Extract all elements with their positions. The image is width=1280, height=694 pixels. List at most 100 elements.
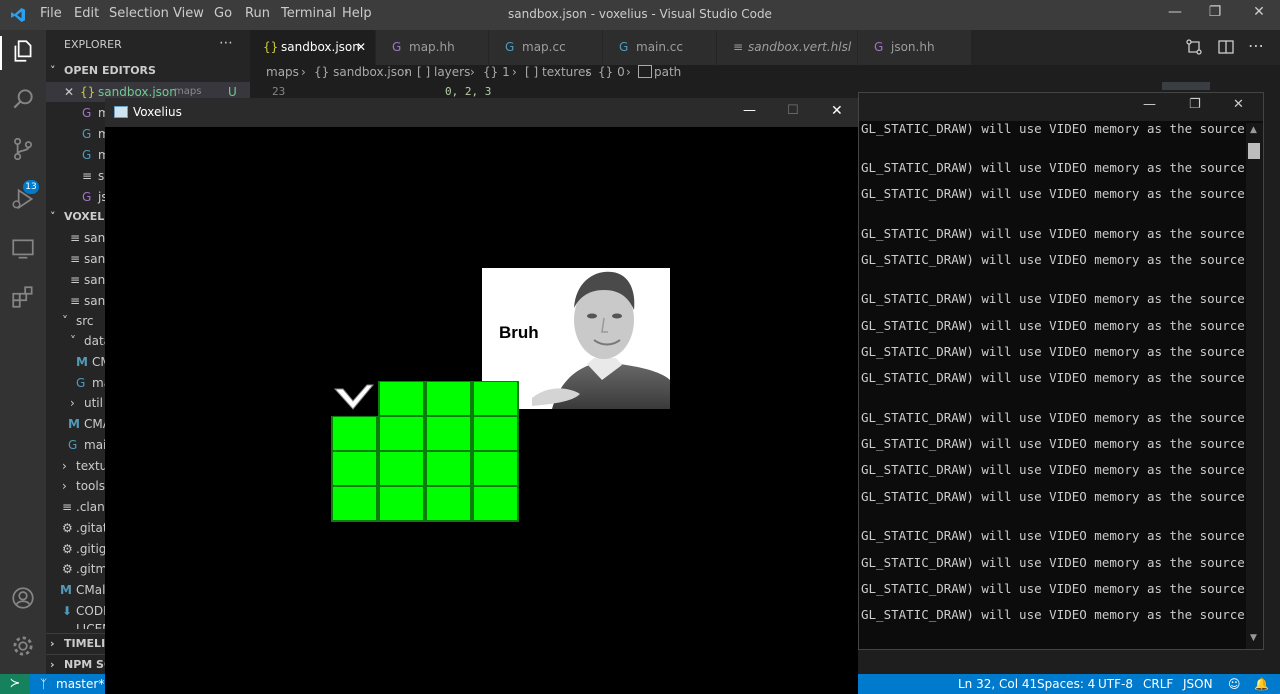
tab-label: map.hh (409, 40, 455, 54)
console-maximize-button[interactable]: ❐ (1189, 97, 1201, 112)
voxel-cell (380, 417, 423, 450)
tree-label: mai (84, 438, 107, 452)
explorer-icon[interactable] (10, 38, 36, 64)
code-line: 0, 2, 3 (445, 85, 492, 98)
breadcrumb-item[interactable]: {} 0 (598, 65, 625, 79)
extensions-icon[interactable] (10, 284, 36, 310)
console-line: GL_STATIC_DRAW) will use VIDEO memory as… (861, 186, 1245, 201)
open-editors-section[interactable]: ˅ OPEN EDITORS (46, 61, 250, 81)
console-line: GL_STATIC_DRAW) will use VIDEO memory as… (861, 226, 1245, 241)
minimap[interactable] (1162, 82, 1210, 90)
breadcrumb-item[interactable]: [ ] textures (525, 65, 592, 79)
voxel-cell (474, 452, 517, 485)
console-line: GL_STATIC_DRAW) will use VIDEO memory as… (861, 121, 1245, 136)
console-line: GL_STATIC_DRAW) will use VIDEO memory as… (861, 252, 1245, 267)
console-line: GL_STATIC_DRAW) will use VIDEO memory as… (861, 370, 1245, 385)
cpp-file-icon: G (82, 190, 92, 204)
branch-icon: ᛉ (40, 677, 48, 691)
branch-label[interactable]: master* (56, 674, 104, 694)
breadcrumb-item[interactable]: [ ] layers (417, 65, 470, 79)
voxelius-minimize-button[interactable]: — (743, 103, 756, 118)
run-debug-icon[interactable] (10, 186, 36, 212)
tab-map-hh[interactable]: G map.hh (376, 30, 489, 65)
tab-map-cc[interactable]: G map.cc (489, 30, 603, 65)
indentation[interactable]: Spaces: 4 (1037, 674, 1095, 694)
json-file-icon: {} (80, 85, 96, 99)
tree-label: .gitat (76, 521, 108, 535)
breadcrumb-item[interactable]: path (654, 65, 681, 79)
gear-file-icon: ⚙ (62, 521, 73, 535)
tab-sandbox-json[interactable]: {} sandbox.json ✕ (250, 30, 376, 65)
tree-label: CODI (76, 604, 107, 618)
notifications-icon[interactable]: 🔔 (1254, 674, 1269, 694)
console-title-bar: — ❐ ✕ (859, 93, 1263, 121)
breadcrumb-item[interactable]: {} 1 (483, 65, 510, 79)
encoding[interactable]: UTF-8 (1098, 674, 1133, 694)
cpp-file-icon: G (619, 40, 629, 54)
open-changes-icon[interactable] (1185, 38, 1203, 56)
voxelius-close-button[interactable]: ✕ (831, 103, 843, 119)
console-close-button[interactable]: ✕ (1233, 97, 1244, 112)
console-line: GL_STATIC_DRAW) will use VIDEO memory as… (861, 581, 1245, 596)
console-scrollbar[interactable]: ▲ ▼ (1246, 123, 1263, 649)
scroll-thumb[interactable] (1248, 143, 1260, 159)
title-bar: File Edit Selection View Go Run Terminal… (0, 0, 1280, 30)
console-minimize-button[interactable]: — (1143, 97, 1156, 112)
active-indicator (0, 36, 2, 70)
voxelius-maximize-button[interactable]: ☐ (787, 103, 799, 118)
scroll-down-icon[interactable]: ▼ (1250, 633, 1257, 643)
tree-label: CMal (76, 583, 106, 597)
search-icon[interactable] (10, 86, 36, 112)
cpp-file-icon: G (505, 40, 515, 54)
text-file-icon: ≡ (70, 252, 81, 266)
cpp-file-icon: G (68, 438, 78, 452)
scroll-up-icon[interactable]: ▲ (1250, 125, 1257, 135)
tab-sandbox-vert-hlsl[interactable]: ≡ sandbox.vert.hlsl (717, 30, 858, 65)
chevron-right-icon: › (50, 637, 55, 650)
breadcrumb-item[interactable]: maps (266, 65, 299, 79)
more-actions-icon[interactable]: ⋯ (219, 35, 239, 55)
close-button[interactable]: ✕ (1244, 4, 1274, 24)
cmake-file-icon: M (60, 583, 72, 597)
console-line: GL_STATIC_DRAW) will use VIDEO memory as… (861, 291, 1245, 306)
tab-main-cc[interactable]: G main.cc (603, 30, 717, 65)
source-control-icon[interactable] (10, 136, 36, 162)
cpp-file-icon: G (874, 40, 884, 54)
console-line: GL_STATIC_DRAW) will use VIDEO memory as… (861, 410, 1245, 425)
remote-explorer-icon[interactable] (10, 236, 36, 262)
feedback-icon[interactable]: ☺ (1228, 674, 1241, 694)
json-file-icon: {} (263, 40, 279, 54)
language-mode[interactable]: JSON (1183, 674, 1213, 694)
close-icon[interactable]: ✕ (356, 30, 366, 65)
voxelius-window: Voxelius — ☐ ✕ Bruh (105, 98, 858, 694)
cmake-file-icon: M (68, 417, 80, 431)
console-line: GL_STATIC_DRAW) will use VIDEO memory as… (861, 528, 1245, 543)
console-line: GL_STATIC_DRAW) will use VIDEO memory as… (861, 318, 1245, 333)
chevron-right-icon: › (301, 65, 306, 79)
maximize-button[interactable]: ❐ (1200, 4, 1230, 24)
chevron-right-icon: › (585, 65, 590, 79)
close-icon[interactable]: ✕ (64, 82, 74, 102)
more-actions-icon[interactable]: ⋯ (1248, 36, 1264, 55)
chevron-down-icon: ˅ (50, 64, 56, 77)
remote-icon[interactable]: ≻ (0, 674, 30, 694)
end-of-line[interactable]: CRLF (1143, 674, 1173, 694)
chevron-right-icon: › (62, 459, 67, 473)
cursor-position[interactable]: Ln 32, Col 41 (958, 674, 1037, 694)
tab-json-hh[interactable]: G json.hh (858, 30, 972, 65)
text-file-icon: ≡ (82, 169, 93, 183)
app-window-icon (114, 106, 128, 118)
chevron-right-icon: › (70, 396, 75, 410)
console-line: GL_STATIC_DRAW) will use VIDEO memory as… (861, 489, 1245, 504)
account-icon[interactable] (10, 585, 36, 611)
chevron-right-icon: › (512, 65, 517, 79)
minimize-button[interactable]: — (1160, 4, 1190, 24)
tree-label: src (76, 314, 94, 328)
voxel-cell (380, 487, 423, 520)
voxel-cell (474, 417, 517, 450)
settings-gear-icon[interactable] (10, 633, 36, 659)
open-editor-label: s (98, 169, 105, 183)
tree-label: util (84, 396, 103, 410)
breadcrumb-item[interactable]: {} sandbox.json (314, 65, 412, 79)
split-editor-icon[interactable] (1217, 38, 1235, 56)
